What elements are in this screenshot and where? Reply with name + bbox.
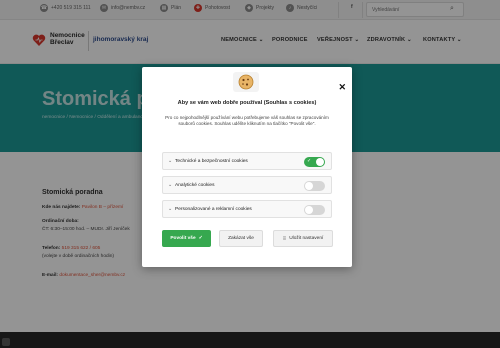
chevron-down-icon: ⌄ — [168, 207, 173, 212]
reject-all-button[interactable]: Zakázat vše — [219, 230, 263, 247]
close-icon[interactable]: ✕ — [338, 83, 346, 92]
cookie-category-analytics[interactable]: ⌄ Analytické cookies — [162, 176, 332, 194]
settings-icon: ≡ — [282, 235, 287, 242]
technical-cookies-toggle[interactable]: ✓ — [304, 157, 325, 167]
cookie-category-marketing[interactable]: ⌄ Personalizované a reklamní cookies — [162, 200, 332, 218]
save-settings-button[interactable]: ≡ Uložit nastavení — [273, 230, 333, 247]
chevron-down-icon: ⌄ — [168, 183, 173, 188]
check-icon: ✓ — [307, 158, 312, 164]
check-icon: ✓ — [198, 236, 203, 241]
dialog-description: Pro co nejpohodlnější používání webu pot… — [165, 115, 329, 127]
cookie-consent-dialog: ✕ Aby se vám web dobře používal (Souhlas… — [142, 67, 352, 267]
marketing-cookies-toggle[interactable] — [304, 205, 325, 215]
dialog-title: Aby se vám web dobře používal (Souhlas s… — [177, 100, 317, 106]
cookie-icon — [233, 72, 259, 92]
accept-all-button[interactable]: Povolit vše ✓ — [162, 230, 211, 247]
cookie-category-technical[interactable]: ⌄ Technické a bezpečnostní cookies ✓ — [162, 152, 332, 170]
analytics-cookies-toggle[interactable] — [304, 181, 325, 191]
chevron-down-icon: ⌄ — [168, 159, 173, 164]
